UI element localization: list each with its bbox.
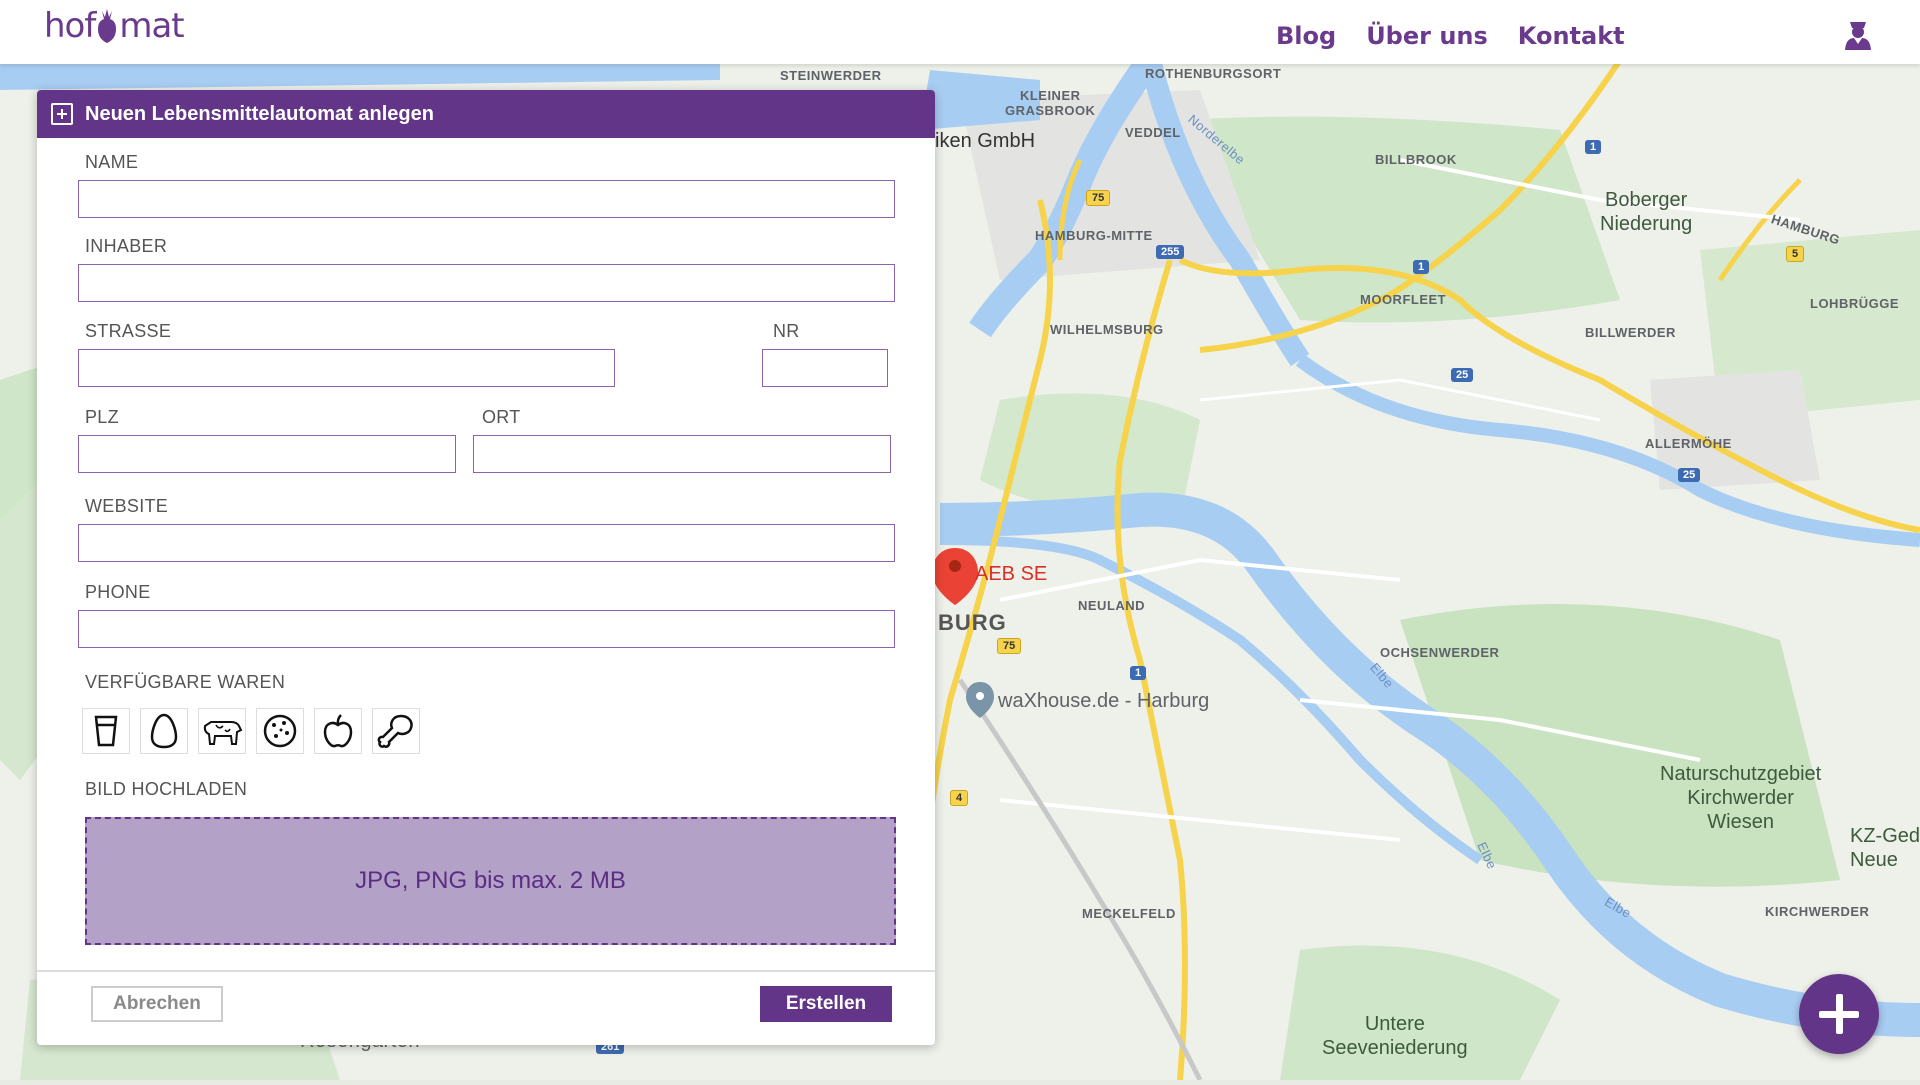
logo-text-right: mat	[119, 6, 184, 46]
good-egg[interactable]	[140, 708, 188, 754]
name-field-box	[78, 180, 895, 218]
highway-shield: 75	[1086, 190, 1111, 206]
phone-field-box	[78, 610, 895, 648]
map-label-billbrook: BILLBROOK	[1375, 152, 1457, 167]
map-label-waxhouse[interactable]: waXhouse.de - Harburg	[998, 690, 1209, 713]
dialog-header: Neuen Lebensmittelautomat anlegen	[37, 90, 935, 138]
good-cow[interactable]	[198, 708, 246, 754]
egg-icon	[150, 713, 178, 749]
zip-field-box	[78, 435, 456, 473]
number-input[interactable]	[763, 350, 887, 386]
milk-icon	[94, 715, 118, 747]
image-upload-dropzone[interactable]: JPG, PNG bis max. 2 MB	[85, 817, 896, 945]
goods-label: VERFÜGBARE WAREN	[85, 672, 286, 692]
logo-text-left: hof	[44, 6, 96, 46]
zip-label: PLZ	[85, 407, 119, 427]
map-label-neuland: NEULAND	[1078, 598, 1146, 613]
map-label-wilhelmsburg: WILHELMSBURG	[1050, 322, 1164, 337]
city-label: ORT	[482, 407, 521, 427]
highway-shield: 1	[1130, 666, 1147, 680]
cow-icon	[203, 721, 243, 745]
upload-label: BILD HOCHLADEN	[85, 779, 248, 799]
goods-selector	[82, 708, 420, 754]
map-label-untere-seeveniederung: Untere Seeveniederung	[1322, 1013, 1468, 1059]
dialog-title: Neuen Lebensmittelautomat anlegen	[85, 102, 434, 125]
city-field-box	[473, 435, 891, 473]
cancel-button[interactable]: Abrechen	[91, 986, 223, 1022]
add-square-icon	[51, 103, 73, 125]
add-vending-machine-button[interactable]	[1799, 974, 1879, 1054]
highway-shield: 25	[1678, 468, 1701, 482]
map-label-harburg: BURG	[938, 610, 1007, 635]
street-input[interactable]	[79, 350, 614, 386]
owner-input[interactable]	[79, 265, 894, 301]
street-label: STRASSE	[85, 321, 172, 341]
map-label-kirchwerder: KIRCHWERDER	[1765, 904, 1870, 919]
map-label-hamburg-mitte: HAMBURG-MITTE	[1035, 228, 1153, 243]
nav-contact[interactable]: Kontakt	[1518, 22, 1625, 50]
number-field-box	[762, 349, 888, 387]
good-milk[interactable]	[82, 708, 130, 754]
map-label-steinwerder: STEINWERDER	[780, 68, 882, 83]
map-label-allermoehe: ALLERMÖHE	[1645, 436, 1732, 451]
city-input[interactable]	[474, 436, 890, 472]
phone-label: PHONE	[85, 582, 151, 602]
upload-hint: JPG, PNG bis max. 2 MB	[355, 867, 626, 894]
map-label-ochsenwerder: OCHSENWERDER	[1380, 645, 1500, 660]
highway-shield: 75	[997, 638, 1022, 654]
map-label-boberger: Boberger Niederung	[1600, 189, 1693, 235]
good-apple[interactable]	[314, 708, 362, 754]
top-header: hof mat Blog Über uns Kontakt	[0, 0, 1920, 64]
meat-icon	[377, 714, 413, 748]
footer-divider	[37, 970, 935, 972]
highway-shield: 25	[1451, 368, 1474, 382]
map-label-aeb[interactable]: AEB SE	[975, 563, 1047, 586]
street-field-box	[78, 349, 615, 387]
name-label: NAME	[85, 152, 139, 172]
map-label-moorfleet: MOORFLEET	[1360, 292, 1447, 307]
cookie-icon	[263, 714, 297, 748]
map-label-rothenburgsort: ROTHENBURGSORT	[1145, 66, 1282, 81]
nav-about[interactable]: Über uns	[1366, 22, 1488, 50]
map-label-aeb-partial: iken GmbH	[935, 130, 1036, 152]
good-meat[interactable]	[372, 708, 420, 754]
phone-input[interactable]	[79, 611, 894, 647]
nav-blog[interactable]: Blog	[1276, 22, 1336, 50]
map-label-veddel: VEDDEL	[1125, 125, 1181, 140]
name-input[interactable]	[79, 181, 894, 217]
user-account-icon[interactable]	[1842, 16, 1874, 52]
highway-shield: 5	[1786, 246, 1805, 262]
highway-shield: 1	[1585, 140, 1602, 154]
website-input[interactable]	[79, 525, 894, 561]
beet-logo-icon	[98, 9, 117, 43]
map-label-naturschutzgebiet: Naturschutzgebiet Kirchwerder Wiesen	[1660, 763, 1822, 833]
website-label: WEBSITE	[85, 496, 169, 516]
map-label-lohbruegge: LOHBRÜGGE	[1810, 296, 1899, 311]
owner-label: INHABER	[85, 236, 168, 256]
map-label-meckelfeld: MECKELFELD	[1082, 906, 1176, 921]
map-label-billwerder: BILLWERDER	[1585, 325, 1676, 340]
good-cookie[interactable]	[256, 708, 304, 754]
highway-shield: 4	[950, 790, 969, 806]
zip-input[interactable]	[79, 436, 455, 472]
highway-shield: 1	[1413, 260, 1430, 274]
apple-icon	[323, 714, 353, 748]
highway-shield: 255	[1156, 245, 1185, 259]
hofomat-logo[interactable]: hof mat	[44, 6, 185, 46]
website-field-box	[78, 524, 895, 562]
owner-field-box	[78, 264, 895, 302]
create-button[interactable]: Erstellen	[760, 986, 892, 1022]
map-label-kz: KZ-Ged Neue	[1850, 825, 1920, 871]
create-vending-machine-dialog: Neuen Lebensmittelautomat anlegen NAME I…	[37, 90, 935, 1045]
main-nav: Blog Über uns Kontakt	[1276, 22, 1625, 50]
number-label: NR	[773, 321, 800, 341]
map-label-kleiner-grasbrook: KLEINER GRASBROOK	[1005, 88, 1096, 118]
